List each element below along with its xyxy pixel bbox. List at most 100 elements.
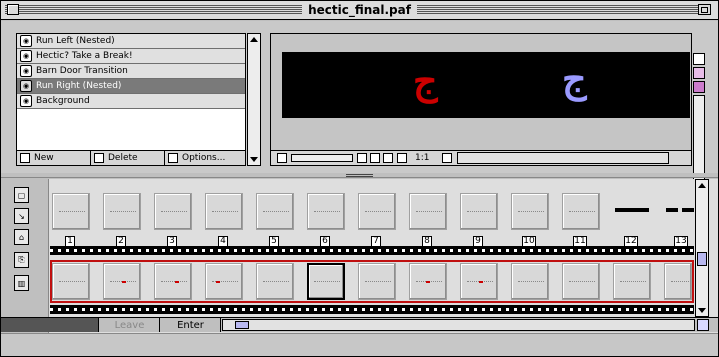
options-icon (168, 153, 178, 163)
preview-pane: ج ج 1:1 (270, 33, 692, 166)
scrubber[interactable] (291, 154, 353, 162)
title-bar[interactable]: hectic_final.paf (1, 1, 718, 20)
frame-cell[interactable] (460, 263, 498, 300)
frame-cell[interactable] (205, 263, 243, 300)
layer-list: ◉ Run Left (Nested) ◉ Hectic? Take a Bre… (16, 33, 246, 166)
select-tool-icon[interactable]: ↘ (14, 208, 29, 224)
layer-row[interactable]: ◉ Barn Door Transition (17, 64, 245, 79)
frame-cell[interactable] (52, 193, 90, 230)
leave-button[interactable]: Leave (100, 318, 160, 332)
frame-cell[interactable] (358, 193, 396, 230)
splitter-grip[interactable] (346, 174, 373, 177)
trash-icon[interactable]: ▥ (14, 275, 29, 291)
top-panel: ◉ Run Left (Nested) ◉ Hectic? Take a Bre… (1, 21, 718, 183)
frame-cell[interactable] (103, 263, 141, 300)
timeline-hscrollbar[interactable] (222, 319, 695, 331)
resize-icon[interactable] (697, 319, 709, 331)
new-icon (20, 153, 30, 163)
layer-row[interactable]: ◉ Run Left (Nested) (17, 34, 245, 49)
timeline-footer: Leave Enter (1, 317, 718, 332)
new-layer-button[interactable]: New (17, 151, 91, 165)
eye-icon[interactable]: ◉ (20, 50, 32, 62)
timeline-panel: ▢ ↘ ⌂ ⎘ ▥ 1 2 3 4 5 6 7 8 9 10 11 12 13 (1, 179, 718, 334)
frame-cell[interactable] (154, 193, 192, 230)
eye-icon[interactable]: ◉ (20, 95, 32, 107)
document-window: hectic_final.paf ◉ Run Left (Nested) ◉ H… (0, 0, 719, 357)
layer-name: Run Right (Nested) (36, 81, 122, 91)
frame-cell[interactable] (511, 263, 549, 300)
enter-button[interactable]: Enter (161, 318, 221, 332)
layer-name: Hectic? Take a Break! (36, 51, 133, 61)
preview-stage: ج ج (282, 52, 690, 118)
eye-icon[interactable]: ◉ (20, 65, 32, 77)
frame-cell[interactable] (664, 263, 692, 300)
film-strip (50, 305, 694, 314)
pane-splitter[interactable] (1, 173, 718, 178)
zoom-box[interactable] (698, 4, 711, 15)
frame-cell[interactable] (307, 193, 345, 230)
frame-cell[interactable] (154, 263, 192, 300)
lock-tool-icon[interactable]: ⌂ (14, 229, 29, 245)
scroll-thumb[interactable] (697, 252, 707, 266)
eye-icon[interactable]: ◉ (20, 35, 32, 47)
play-button[interactable] (277, 153, 287, 163)
frame-cell[interactable] (256, 263, 294, 300)
layer-name: Run Left (Nested) (36, 36, 115, 46)
frame-cell[interactable] (562, 263, 600, 300)
blue-runner-figure: ج (562, 56, 587, 101)
frame-cell[interactable] (511, 193, 549, 230)
frame-cell[interactable] (256, 193, 294, 230)
delete-layer-button[interactable]: Delete (91, 151, 165, 165)
scroll-up-arrow[interactable] (698, 183, 706, 188)
layer-row[interactable]: ◉ Background (17, 94, 245, 109)
lower-track (50, 263, 694, 303)
scroll-down-arrow[interactable] (250, 157, 258, 162)
frame-tool-icon[interactable]: ▢ (14, 187, 29, 203)
status-area (1, 333, 718, 356)
panel-toggle-icon[interactable] (693, 53, 705, 65)
layer-list-scrollbar[interactable] (247, 33, 261, 166)
scroll-down-arrow[interactable] (698, 308, 706, 313)
red-runner-figure: ج (413, 58, 438, 103)
frame-cell-transition[interactable] (664, 193, 694, 230)
frame-cell[interactable] (613, 263, 651, 300)
frame-cell[interactable] (52, 263, 90, 300)
frame-cell[interactable] (358, 263, 396, 300)
palette-icon[interactable] (693, 81, 705, 93)
film-strip (50, 246, 694, 255)
layer-list-toolbar: New Delete Options... (17, 150, 245, 165)
add-frame-button[interactable] (397, 153, 407, 163)
timeline-vscrollbar[interactable] (695, 179, 709, 317)
upper-track: 1 2 3 4 5 6 7 8 9 10 11 12 13 (50, 193, 694, 253)
frame-cell[interactable] (103, 193, 141, 230)
layer-row-selected[interactable]: ◉ Run Right (Nested) (17, 79, 245, 94)
preview-side-tools (693, 53, 705, 184)
zoom-level[interactable]: 1:1 (415, 153, 429, 163)
frame-cell-transition[interactable] (613, 193, 651, 230)
layer-row[interactable]: ◉ Hectic? Take a Break! (17, 49, 245, 64)
frame-cell[interactable] (205, 193, 243, 230)
loop-button[interactable] (383, 153, 393, 163)
layer-name: Barn Door Transition (36, 66, 128, 76)
frame-cell[interactable] (562, 193, 600, 230)
frame-cell[interactable] (409, 193, 447, 230)
preview-vscrollbar[interactable] (693, 95, 705, 183)
step-forward-button[interactable] (370, 153, 380, 163)
layer-name: Background (36, 96, 90, 106)
frame-cell[interactable] (409, 263, 447, 300)
fit-button[interactable] (442, 153, 452, 163)
step-back-button[interactable] (357, 153, 367, 163)
color-swatch-icon[interactable] (693, 67, 705, 79)
frame-cell[interactable] (460, 193, 498, 230)
trash-icon (94, 153, 104, 163)
footer-spacer (1, 318, 99, 332)
timeline-toolbox: ▢ ↘ ⌂ ⎘ ▥ (1, 179, 49, 334)
current-frame-cell[interactable] (307, 263, 345, 300)
scroll-up-arrow[interactable] (250, 37, 258, 42)
scroll-thumb[interactable] (235, 321, 249, 329)
options-button[interactable]: Options... (165, 151, 245, 165)
eye-icon[interactable]: ◉ (20, 80, 32, 92)
playback-controls: 1:1 (271, 150, 691, 165)
preview-hscrollbar[interactable] (457, 152, 669, 164)
copy-tool-icon[interactable]: ⎘ (14, 252, 29, 268)
